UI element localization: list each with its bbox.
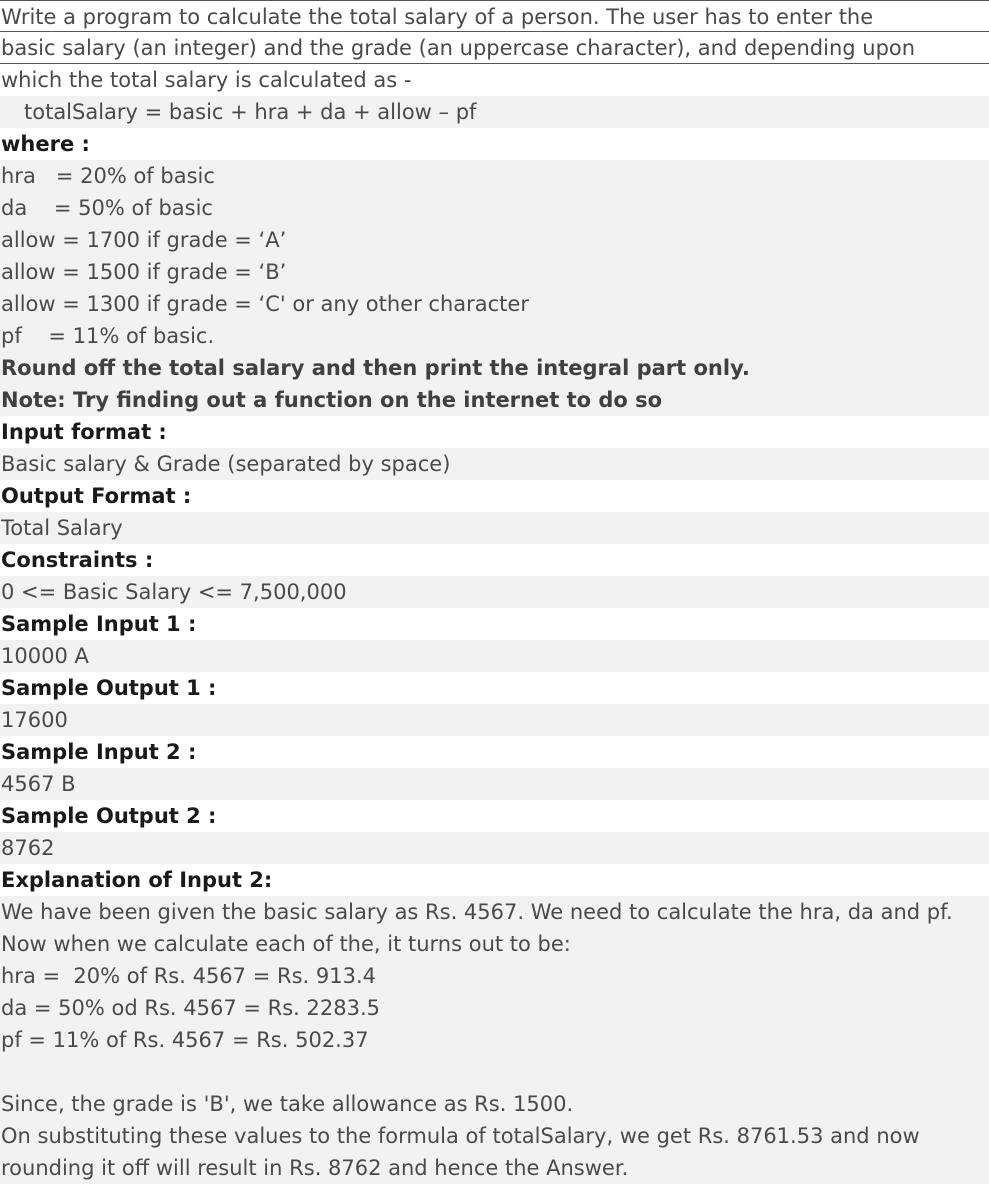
intro-line-2: basic salary (an integer) and the grade … (0, 32, 989, 64)
sample-output-2-heading: Sample Output 2 : (0, 800, 989, 832)
definition-pf: pf = 11% of basic. (0, 320, 989, 352)
explanation-line-1: We have been given the basic salary as R… (0, 896, 989, 928)
internet-note: Note: Try finding out a function on the … (0, 384, 989, 416)
explanation-blank-line (0, 1056, 989, 1088)
constraints-text: 0 <= Basic Salary <= 7,500,000 (0, 576, 989, 608)
explanation-line-3: hra = 20% of Rs. 4567 = Rs. 913.4 (0, 960, 989, 992)
problem-document: Write a program to calculate the total s… (0, 0, 989, 1191)
input-format-text: Basic salary & Grade (separated by space… (0, 448, 989, 480)
explanation-line-8: On substituting these values to the form… (0, 1120, 989, 1152)
definition-da: da = 50% of basic (0, 192, 989, 224)
intro-line-1: Write a program to calculate the total s… (0, 0, 989, 32)
explanation-line-2: Now when we calculate each of the, it tu… (0, 928, 989, 960)
input-format-heading: Input format : (0, 416, 989, 448)
sample-output-2-text: 8762 (0, 832, 989, 864)
definition-allow-c: allow = 1300 if grade = ‘C' or any other… (0, 288, 989, 320)
round-note: Round off the total salary and then prin… (0, 352, 989, 384)
output-format-heading: Output Format : (0, 480, 989, 512)
definition-allow-a: allow = 1700 if grade = ‘A’ (0, 224, 989, 256)
intro-line-3: which the total salary is calculated as … (0, 64, 989, 96)
sample-input-1-text: 10000 A (0, 640, 989, 672)
constraints-heading: Constraints : (0, 544, 989, 576)
sample-input-2-text: 4567 B (0, 768, 989, 800)
formula-line: totalSalary = basic + hra + da + allow –… (0, 96, 989, 128)
explanation-line-4: da = 50% od Rs. 4567 = Rs. 2283.5 (0, 992, 989, 1024)
explanation-heading: Explanation of Input 2: (0, 864, 989, 896)
sample-input-2-heading: Sample Input 2 : (0, 736, 989, 768)
sample-input-1-heading: Sample Input 1 : (0, 608, 989, 640)
definition-allow-b: allow = 1500 if grade = ‘B’ (0, 256, 989, 288)
where-heading: where : (0, 128, 989, 160)
explanation-line-9: rounding it off will result in Rs. 8762 … (0, 1152, 989, 1184)
sample-output-1-heading: Sample Output 1 : (0, 672, 989, 704)
explanation-line-7: Since, the grade is 'B', we take allowan… (0, 1088, 989, 1120)
explanation-line-5: pf = 11% of Rs. 4567 = Rs. 502.37 (0, 1024, 989, 1056)
sample-output-1-text: 17600 (0, 704, 989, 736)
definition-hra: hra = 20% of basic (0, 160, 989, 192)
output-format-text: Total Salary (0, 512, 989, 544)
